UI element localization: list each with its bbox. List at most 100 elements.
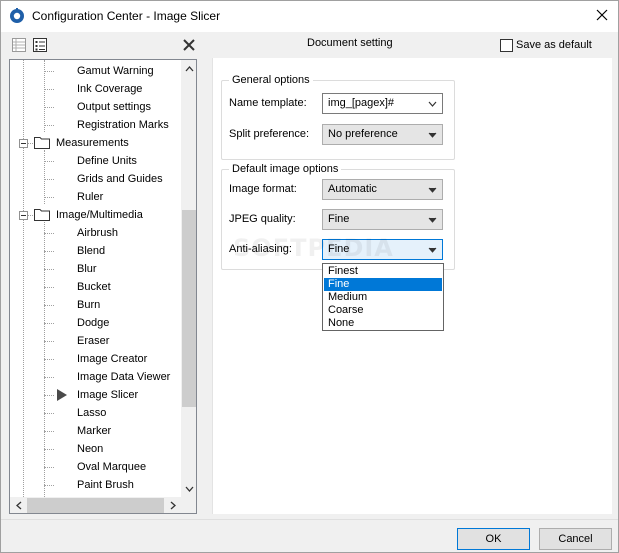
cancel-button[interactable]: Cancel [539,528,612,550]
chevron-down-icon[interactable] [428,132,437,138]
tree-item-label: Eraser [77,335,110,347]
tree-folder-item[interactable]: Measurements [10,134,181,152]
scroll-left-arrow-icon[interactable] [10,497,27,513]
tree-guide-line [44,377,54,378]
chevron-down-icon[interactable] [428,187,437,193]
tree-item[interactable]: Blur [10,260,181,278]
folder-icon [34,209,50,221]
tree-item[interactable]: Blend [10,242,181,260]
settings-tree[interactable]: Gamut Warning Ink Coverage Output settings… [9,59,197,514]
tree-item[interactable]: Ruler [10,188,181,206]
tree-item-label: Output settings [77,101,151,113]
tree-item[interactable]: Gamut Warning [10,62,181,80]
dropdown-option[interactable]: Finest [324,265,442,278]
tree-item-label: Image/Multimedia [56,209,143,221]
tree-item-label: Registration Marks [77,119,169,131]
tree-item[interactable]: Bucket [10,278,181,296]
tree-item[interactable]: Paint Brush [10,476,181,494]
image-format-select[interactable]: Automatic [322,179,443,200]
config-center-window: Configuration Center - Image Slicer Gamu… [0,0,619,553]
tree-item-label: Ruler [77,191,104,203]
tree-guide-line [44,449,54,450]
tree-horizontal-scrollbar[interactable] [10,497,181,513]
tree-item[interactable]: Lasso [10,404,181,422]
jpeg-quality-value[interactable]: Fine [328,213,349,225]
tree-folder-item[interactable]: Image/Multimedia [10,206,181,224]
collapse-icon[interactable] [19,139,28,148]
tree-guide-line [44,395,54,396]
folder-icon [34,137,50,149]
split-preference-select[interactable]: No preference [322,124,443,145]
tree-item[interactable]: Output settings [10,98,181,116]
tree-item-label: Lasso [77,407,107,419]
collapse-icon[interactable] [19,211,28,220]
scrollbar-thumb[interactable] [182,210,196,407]
tree-item-label: Blur [77,263,97,275]
tree-item[interactable]: Grids and Guides [10,170,181,188]
tree-item[interactable]: Dodge [10,314,181,332]
anti-aliasing-dropdown-list[interactable]: Finest Fine Medium Coarse None [322,263,444,331]
tree-guide-line [44,431,54,432]
tree-item[interactable]: Registration Marks [10,116,181,134]
dropdown-option[interactable]: None [324,317,442,330]
panel-icon[interactable] [11,37,27,53]
scroll-down-arrow-icon[interactable] [181,480,196,497]
tree-item[interactable]: Oval Marquee [10,458,181,476]
tree-item-label: Grids and Guides [77,173,163,185]
tree-vertical-scrollbar[interactable] [181,60,196,497]
tree-guide-line [44,197,54,198]
group-title: Default image options [229,163,342,175]
footer-divider [1,519,618,520]
dropdown-option[interactable]: Coarse [324,304,442,317]
image-format-value[interactable]: Automatic [328,183,377,195]
tree-item[interactable]: Image Slicer [10,386,181,404]
tree-item-label: Image Data Viewer [77,371,171,383]
tree-guide-line [44,413,54,414]
tree-item[interactable]: Neon [10,440,181,458]
chevron-down-icon[interactable] [428,247,437,253]
tree-item[interactable]: Marker [10,422,181,440]
jpeg-quality-select[interactable]: Fine [322,209,443,230]
scrollbar-thumb[interactable] [27,498,164,513]
list-icon[interactable] [32,37,48,53]
chevron-down-icon[interactable] [428,101,437,107]
tree-item-label: Image Slicer [77,389,139,401]
selected-arrow-icon [57,389,67,401]
watermark: SOFTPEDIA [233,234,394,262]
scroll-right-arrow-icon[interactable] [164,497,181,513]
scroll-up-arrow-icon[interactable] [181,60,196,77]
gear-app-icon [10,8,24,23]
chevron-down-icon[interactable] [428,217,437,223]
tree-item[interactable]: Ink Coverage [10,80,181,98]
tree-item-label: Oval Marquee [77,461,147,473]
checkbox-box[interactable] [500,39,513,52]
save-as-default-label: Save as default [516,39,592,51]
tree-item-label: Image Creator [77,353,148,365]
dropdown-option[interactable]: Medium [324,291,442,304]
tree-item-label: Marker [77,425,112,437]
tree-item[interactable]: Define Units [10,152,181,170]
tree-item[interactable]: Eraser [10,332,181,350]
tree-item[interactable]: Airbrush [10,224,181,242]
close-x-icon[interactable] [181,37,197,53]
tree-item-label: Gamut Warning [77,65,154,77]
title-bar: Configuration Center - Image Slicer [1,1,618,32]
tree-item[interactable]: Burn [10,296,181,314]
ok-button[interactable]: OK [457,528,530,550]
name-template-combo[interactable]: img_[pagex]# [322,93,443,114]
tree-item-label: Neon [77,443,104,455]
window-title: Configuration Center - Image Slicer [32,9,221,23]
tree-item[interactable]: Image Data Viewer [10,368,181,386]
dropdown-option[interactable]: Fine [324,278,442,291]
split-preference-value[interactable]: No preference [328,128,398,140]
tree-guide-line [44,287,54,288]
scrollbar-corner [181,497,196,513]
tree-guide-line [44,341,54,342]
name-template-value[interactable]: img_[pagex]# [328,97,394,109]
section-title: Document setting [307,37,393,49]
tree-item-label: Measurements [56,137,129,149]
name-template-label: Name template: [229,97,307,109]
general-options-group: General options [221,74,455,160]
close-icon[interactable] [594,7,610,23]
tree-item[interactable]: Image Creator [10,350,181,368]
